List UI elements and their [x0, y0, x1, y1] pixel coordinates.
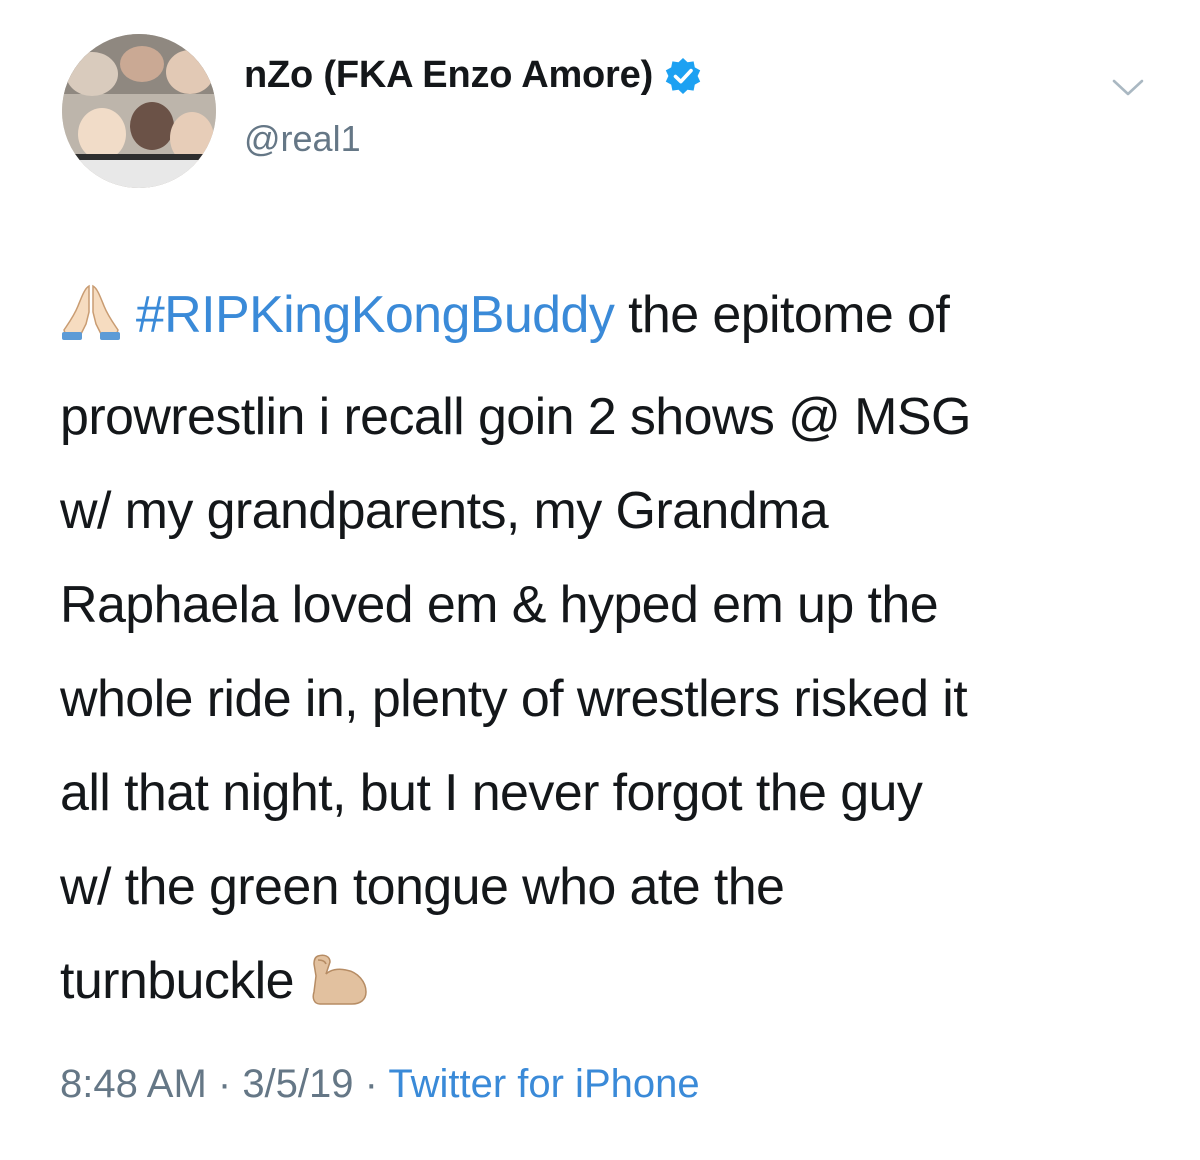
chevron-down-icon[interactable] — [1108, 72, 1148, 102]
tweet-line-1: #RIPKingKongBuddy the epitome of — [60, 268, 1150, 370]
avatar-photo — [62, 34, 216, 188]
tweet-line-2: prowrestlin i recall goin 2 shows @ MSG — [60, 388, 971, 446]
tweet-line-5: whole ride in, plenty of wrestlers riske… — [60, 670, 968, 728]
tweet-meta: 8:48 AM · 3/5/19 · Twitter for iPhone — [60, 1062, 700, 1107]
verified-badge-icon — [663, 56, 703, 96]
tweet-line-8: turnbuckle — [60, 934, 1150, 1036]
display-name-text: nZo (FKA Enzo Amore) — [244, 54, 654, 96]
tweet-line-3: w/ my grandparents, my Grandma — [60, 482, 829, 540]
meta-separator: · — [353, 1062, 389, 1106]
tweet-source-link[interactable]: Twitter for iPhone — [388, 1062, 699, 1106]
tweet-card: nZo (FKA Enzo Amore) @real1 #RIPKingKong… — [0, 0, 1200, 1160]
tweet-line-7: w/ the green tongue who ate the — [60, 858, 785, 916]
tweet-date[interactable]: 3/5/19 — [242, 1062, 353, 1106]
tweet-line-4: Raphaela loved em & hyped em up the — [60, 576, 939, 634]
tweet-line-1-rest: the epitome of — [614, 286, 950, 344]
display-name[interactable]: nZo (FKA Enzo Amore) — [244, 54, 703, 97]
tweet-line-6: all that night, but I never forgot the g… — [60, 764, 923, 822]
hashtag-link[interactable]: #RIPKingKongBuddy — [136, 286, 615, 344]
tweet-line-8-text: turnbuckle — [60, 952, 295, 1010]
meta-separator: · — [206, 1062, 243, 1106]
tweet-text: #RIPKingKongBuddy the epitome of prowres… — [60, 268, 1150, 1036]
folded-hands-emoji-icon — [60, 276, 122, 370]
tweet-time[interactable]: 8:48 AM — [60, 1062, 207, 1106]
user-handle[interactable]: @real1 — [244, 118, 361, 160]
avatar[interactable] — [62, 34, 216, 188]
flexed-biceps-emoji-icon — [308, 942, 370, 1036]
